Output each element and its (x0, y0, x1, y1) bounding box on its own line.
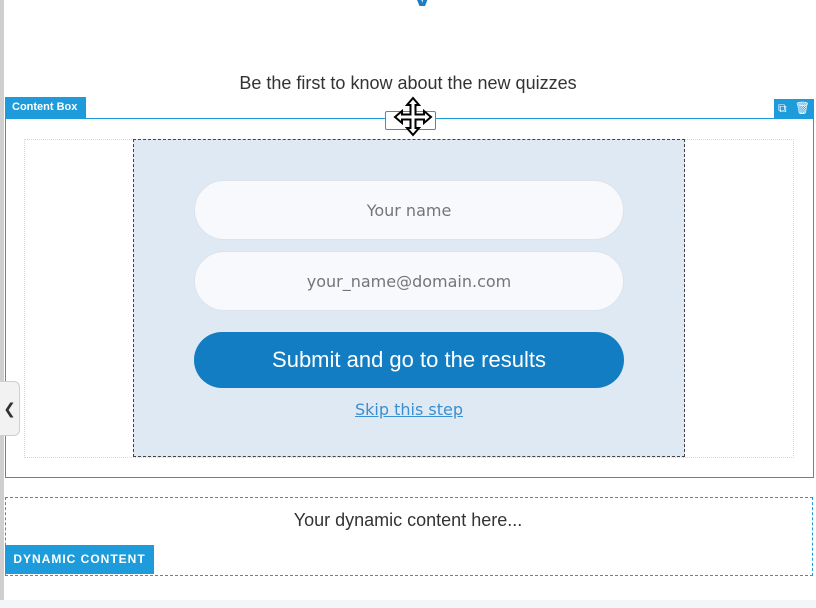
subtitle-text: Be the first to know about the new quizz… (239, 73, 577, 93)
next-section-strip (0, 600, 816, 608)
submit-button[interactable]: Submit and go to the results (194, 332, 624, 388)
move-cursor-icon (393, 96, 433, 137)
headline-text: y (412, 0, 432, 6)
content-box-actions: ⧉ 🗑 (774, 99, 814, 118)
dynamic-content-label[interactable]: DYNAMIC CONTENT (5, 545, 154, 574)
name-field[interactable] (194, 180, 624, 240)
skip-link[interactable]: Skip this step (194, 400, 624, 419)
headline-clipped: y (412, 0, 444, 6)
dynamic-content-text: Your dynamic content here... (293, 510, 523, 530)
chevron-left-icon[interactable]: ❮ (0, 381, 20, 436)
trash-icon[interactable]: 🗑 (795, 99, 810, 118)
content-box-label[interactable]: Content Box (5, 97, 86, 118)
email-field[interactable] (194, 251, 624, 311)
duplicate-icon[interactable]: ⧉ (778, 99, 787, 118)
